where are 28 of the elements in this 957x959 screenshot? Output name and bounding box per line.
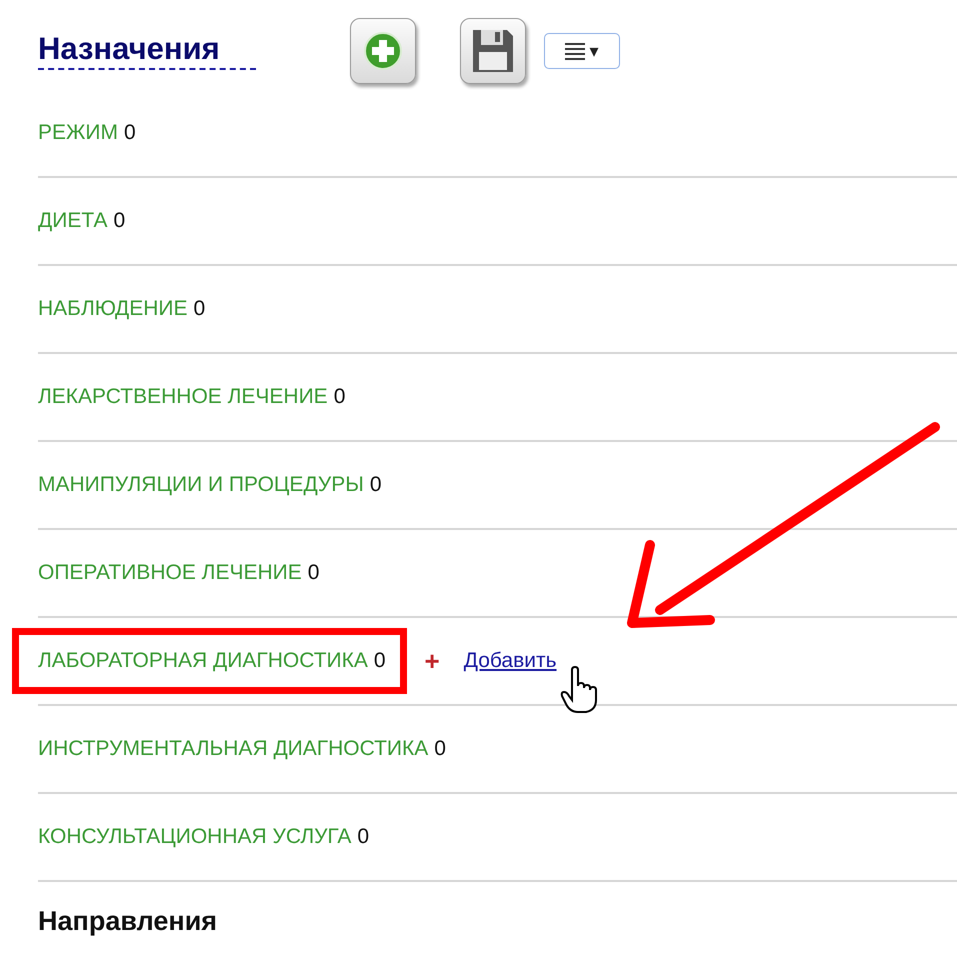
category-count: 0 (357, 825, 370, 849)
add-button[interactable] (350, 18, 416, 84)
list-icon (565, 42, 586, 60)
category-count: 0 (308, 561, 320, 585)
category-count: 0 (434, 737, 446, 761)
category-label[interactable]: РЕЖИМ (38, 121, 118, 145)
category-count: 0 (113, 209, 126, 233)
save-button[interactable] (460, 18, 526, 84)
menu-dropdown[interactable]: ▾ (544, 33, 620, 69)
category-count: 0 (194, 297, 206, 321)
hand-cursor-icon (560, 666, 600, 714)
category-label[interactable]: КОНСУЛЬТАЦИОННАЯ УСЛУГА (38, 825, 352, 849)
category-count: 0 (334, 385, 346, 409)
category-label[interactable]: ОПЕРАТИВНОЕ ЛЕЧЕНИЕ (38, 561, 302, 585)
category-label[interactable]: ДИЕТА (38, 209, 108, 233)
category-label[interactable]: МАНИПУЛЯЦИИ И ПРОЦЕДУРЫ (38, 473, 364, 497)
add-link[interactable]: Добавить (464, 649, 557, 673)
plus-sign: + (424, 646, 440, 676)
category-count: 0 (124, 121, 136, 145)
plus-circle-icon (363, 31, 403, 71)
category-label[interactable]: НАБЛЮДЕНИЕ (38, 297, 188, 321)
category-label[interactable]: ИНСТРУМЕНТАЛЬНАЯ ДИАГНОСТИКА (38, 737, 428, 761)
category-label[interactable]: ЛАБОРАТОРНАЯ ДИАГНОСТИКА (38, 649, 368, 673)
category-count: 0 (374, 649, 386, 673)
section-title: Назначения (38, 32, 256, 70)
section-title: Направления (38, 906, 218, 937)
category-label[interactable]: ЛЕКАРСТВЕННОЕ ЛЕЧЕНИЕ (38, 385, 328, 409)
category-count: 0 (370, 473, 382, 497)
